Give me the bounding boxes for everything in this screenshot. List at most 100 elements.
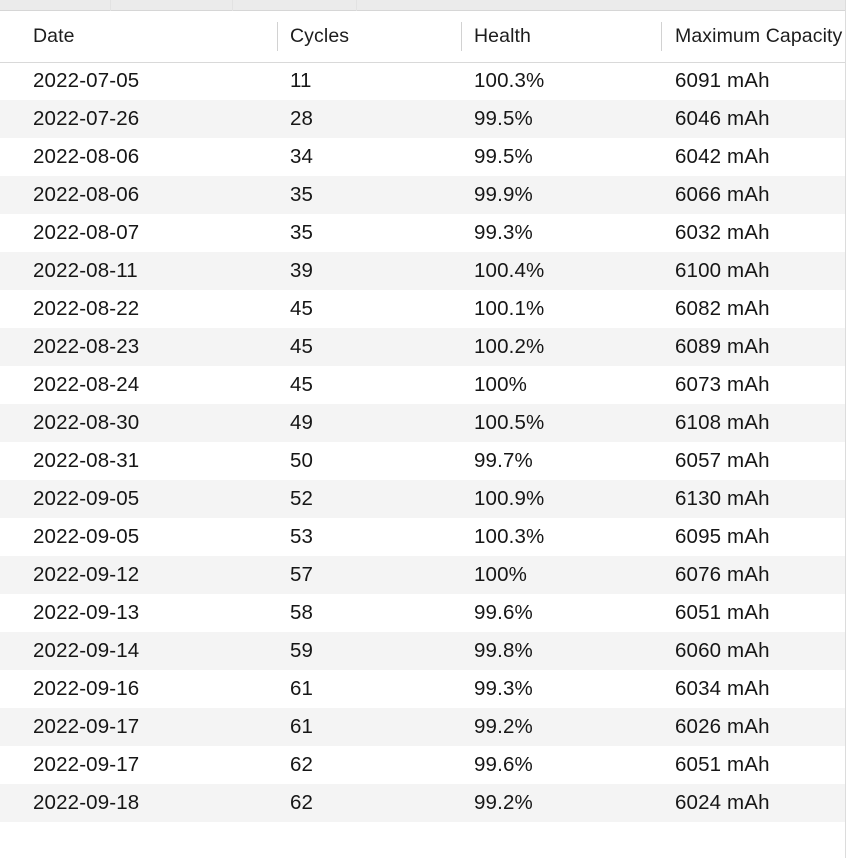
table-row[interactable]: 2022-07-26 28 99.5% 6046 mAh: [0, 100, 845, 138]
cell-health: 100.3%: [474, 69, 545, 93]
cell-cycles: 45: [290, 297, 314, 320]
table-row[interactable]: 2022-09-05 52 100.9% 6130 mAh: [0, 480, 845, 518]
cell-date: 2022-08-22: [33, 297, 140, 320]
cell-date: 2022-08-24: [33, 373, 140, 396]
cell-health: 99.8%: [474, 639, 533, 662]
cell-health: 99.6%: [474, 753, 533, 776]
cell-cycles: 61: [290, 715, 314, 738]
table-row[interactable]: 2022-09-16 61 99.3% 6034 mAh: [0, 670, 845, 708]
cell-date: 2022-08-30: [33, 411, 140, 434]
app-window: Date Cycles Health Maximum Capacity 2022…: [0, 0, 852, 858]
cell-cycles: 28: [290, 107, 314, 130]
cell-capacity: 6024 mAh: [675, 791, 770, 814]
chrome-divider: [110, 0, 111, 11]
cell-capacity: 6066 mAh: [675, 183, 770, 206]
cell-cycles: 62: [290, 791, 314, 814]
cell-cycles: 53: [290, 525, 314, 548]
cell-capacity: 6130 mAh: [675, 487, 770, 510]
cell-date: 2022-08-23: [33, 335, 140, 358]
cell-capacity: 6091 mAh: [675, 69, 770, 93]
cell-date: 2022-09-12: [33, 563, 140, 586]
cell-cycles: 11: [290, 69, 312, 93]
cell-date: 2022-09-17: [33, 715, 140, 738]
cell-date: 2022-09-05: [33, 487, 140, 510]
cell-health: 100.9%: [474, 487, 545, 510]
cell-health: 99.5%: [474, 145, 533, 168]
cell-cycles: 62: [290, 753, 314, 776]
cell-health: 99.6%: [474, 601, 533, 624]
cell-capacity: 6032 mAh: [675, 221, 770, 244]
cell-capacity: 6057 mAh: [675, 449, 770, 472]
column-header-maximum-capacity[interactable]: Maximum Capacity: [661, 11, 845, 63]
cell-health: 100.4%: [474, 259, 545, 282]
cell-capacity: 6073 mAh: [675, 373, 770, 396]
cell-date: 2022-09-13: [33, 601, 140, 624]
cell-capacity: 6042 mAh: [675, 145, 770, 168]
cell-date: 2022-09-16: [33, 677, 140, 700]
cell-capacity: 6076 mAh: [675, 563, 770, 586]
cell-capacity: 6051 mAh: [675, 601, 770, 624]
cell-cycles: 35: [290, 221, 314, 244]
table-row[interactable]: 2022-09-12 57 100% 6076 mAh: [0, 556, 845, 594]
cell-health: 99.2%: [474, 791, 533, 814]
cell-cycles: 58: [290, 601, 314, 624]
chrome-divider: [356, 0, 357, 11]
cell-date: 2022-08-31: [33, 449, 140, 472]
battery-history-table-container[interactable]: Date Cycles Health Maximum Capacity 2022…: [0, 11, 845, 858]
table-header-row: Date Cycles Health Maximum Capacity: [0, 11, 845, 63]
cell-capacity: 6051 mAh: [675, 753, 770, 776]
cell-capacity: 6034 mAh: [675, 677, 770, 700]
column-header-date[interactable]: Date: [0, 11, 277, 63]
cell-date: 2022-09-14: [33, 639, 140, 662]
table-row[interactable]: 2022-09-18 62 99.2% 6024 mAh: [0, 784, 845, 822]
cell-date: 2022-08-07: [33, 221, 140, 244]
table-row[interactable]: 2022-08-22 45 100.1% 6082 mAh: [0, 290, 845, 328]
cell-cycles: 59: [290, 639, 314, 662]
cell-health: 99.5%: [474, 107, 533, 130]
window-chrome-strip: [0, 0, 845, 11]
cell-cycles: 49: [290, 411, 314, 434]
cell-health: 100.3%: [474, 525, 545, 548]
window-right-edge: [845, 0, 852, 858]
cell-health: 99.3%: [474, 677, 533, 700]
table-row[interactable]: 2022-08-06 35 99.9% 6066 mAh: [0, 176, 845, 214]
cell-health: 99.9%: [474, 183, 533, 206]
table-row[interactable]: 2022-08-23 45 100.2% 6089 mAh: [0, 328, 845, 366]
cell-date: 2022-08-06: [33, 145, 140, 168]
table-row[interactable]: 2022-08-31 50 99.7% 6057 mAh: [0, 442, 845, 480]
cell-health: 100.5%: [474, 411, 545, 434]
cell-cycles: 61: [290, 677, 314, 700]
table-row[interactable]: 2022-09-17 61 99.2% 6026 mAh: [0, 708, 845, 746]
table-row[interactable]: 2022-08-06 34 99.5% 6042 mAh: [0, 138, 845, 176]
cell-health: 99.3%: [474, 221, 533, 244]
cell-cycles: 45: [290, 373, 314, 396]
table-row[interactable]: 2022-09-17 62 99.6% 6051 mAh: [0, 746, 845, 784]
cell-cycles: 39: [290, 259, 314, 282]
cell-date: 2022-09-18: [33, 791, 140, 814]
column-header-cycles[interactable]: Cycles: [277, 11, 461, 63]
cell-date: 2022-08-11: [33, 259, 138, 282]
table-row[interactable]: 2022-08-24 45 100% 6073 mAh: [0, 366, 845, 404]
cell-date: 2022-09-05: [33, 525, 140, 548]
table-row[interactable]: 2022-08-07 35 99.3% 6032 mAh: [0, 214, 845, 252]
cell-health: 99.2%: [474, 715, 533, 738]
battery-history-table: Date Cycles Health Maximum Capacity 2022…: [0, 11, 845, 822]
table-row[interactable]: 2022-09-14 59 99.8% 6060 mAh: [0, 632, 845, 670]
table-row[interactable]: 2022-09-13 58 99.6% 6051 mAh: [0, 594, 845, 632]
cell-capacity: 6095 mAh: [675, 525, 770, 548]
cell-cycles: 34: [290, 145, 314, 168]
cell-capacity: 6026 mAh: [675, 715, 770, 738]
table-header: Date Cycles Health Maximum Capacity: [0, 11, 845, 63]
table-row[interactable]: 2022-08-11 39 100.4% 6100 mAh: [0, 252, 845, 290]
cell-date: 2022-08-06: [33, 183, 140, 206]
cell-date: 2022-07-05: [33, 69, 140, 93]
column-header-health[interactable]: Health: [461, 11, 661, 63]
cell-health: 100.2%: [474, 335, 545, 358]
cell-capacity: 6100 mAh: [675, 259, 770, 282]
cell-health: 99.7%: [474, 449, 533, 472]
table-row[interactable]: 2022-07-05 11 100.3% 6091 mAh: [0, 62, 845, 100]
table-row[interactable]: 2022-08-30 49 100.5% 6108 mAh: [0, 404, 845, 442]
cell-capacity: 6108 mAh: [675, 411, 770, 434]
cell-capacity: 6046 mAh: [675, 107, 770, 130]
table-row[interactable]: 2022-09-05 53 100.3% 6095 mAh: [0, 518, 845, 556]
